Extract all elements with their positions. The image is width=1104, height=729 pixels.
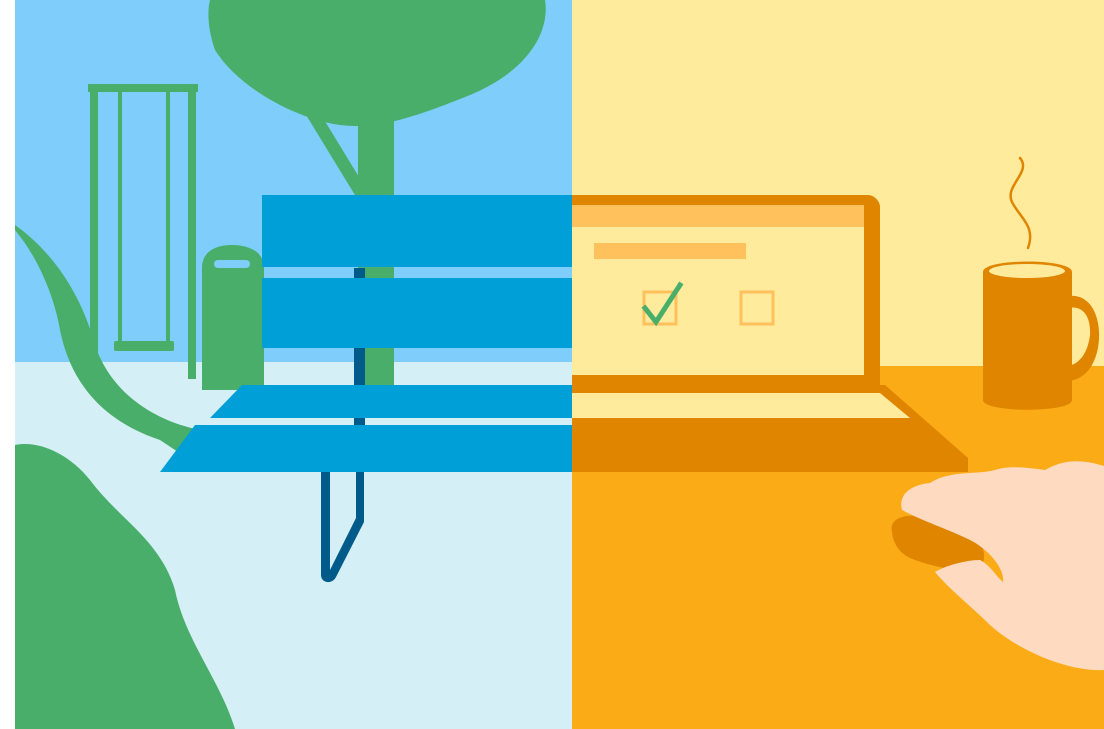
trash-bin-icon <box>202 245 264 390</box>
screen-heading-placeholder <box>594 243 746 259</box>
screen-title-bar <box>572 205 864 227</box>
desk-panel <box>572 0 1104 729</box>
park-panel <box>15 0 572 729</box>
split-illustration <box>0 0 1104 729</box>
